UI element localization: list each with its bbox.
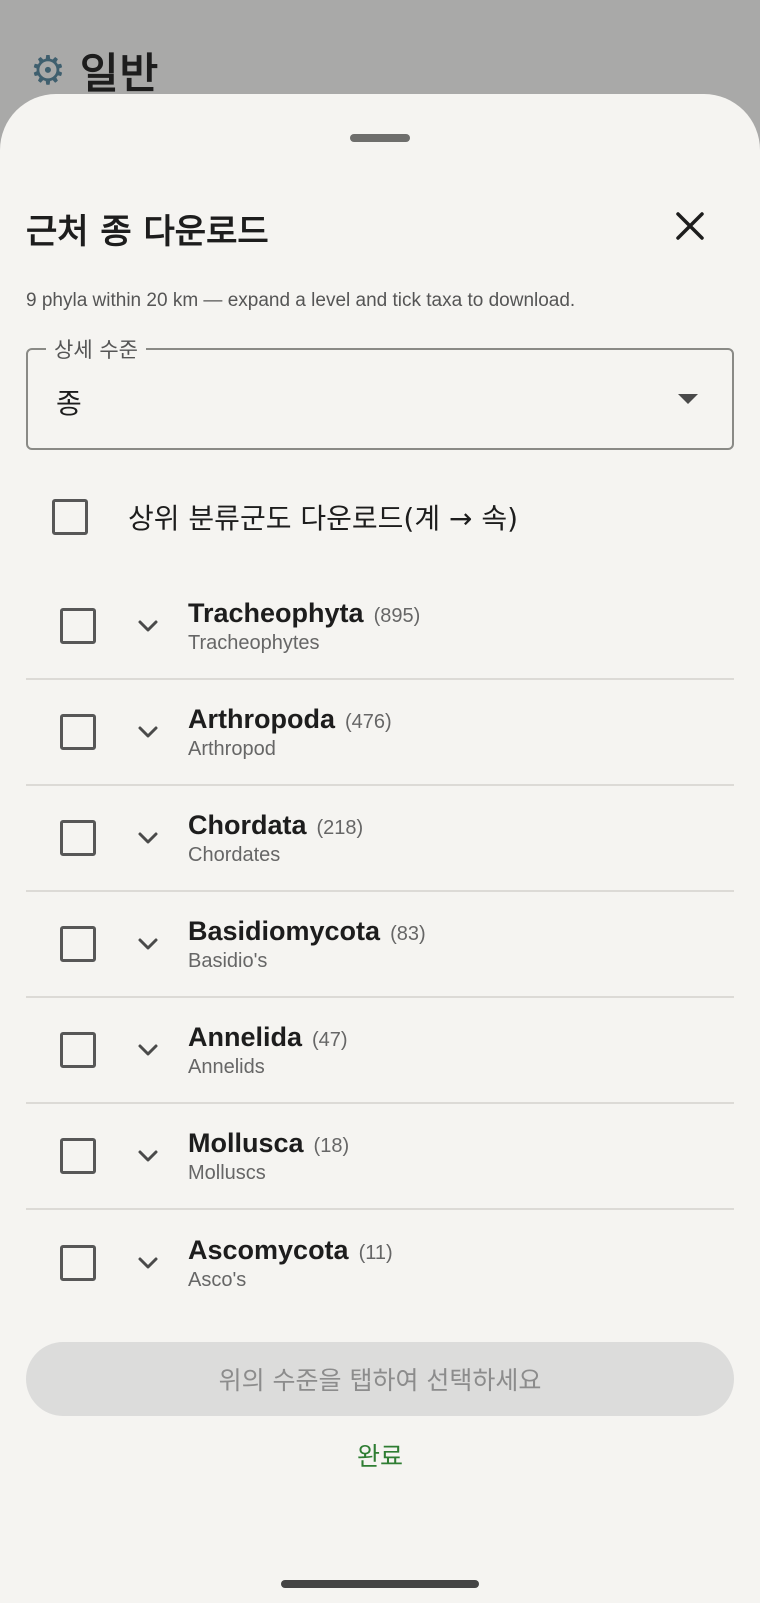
background-header: ⚙ 일반 [30, 40, 159, 101]
phylum-checkbox[interactable] [60, 1032, 96, 1068]
phylum-common-name: Molluscs [188, 1161, 266, 1184]
phylum-name: Tracheophyta [188, 597, 364, 628]
list-item[interactable]: Arthropoda (476) Arthropod [26, 680, 734, 786]
phylum-count: (895) [373, 604, 421, 627]
phylum-count: (83) [390, 922, 426, 945]
phylum-checkbox[interactable] [60, 926, 96, 962]
phylum-checkbox[interactable] [60, 1138, 96, 1174]
phyla-list: Tracheophyta (895) Tracheophytes Arthrop… [26, 574, 734, 1316]
phylum-checkbox[interactable] [60, 608, 96, 644]
higher-taxa-option[interactable]: 상위 분류군도 다운로드(계 → 속) [26, 480, 734, 554]
chevron-down-icon[interactable] [136, 614, 160, 638]
drag-handle[interactable] [350, 134, 410, 142]
phylum-checkbox[interactable] [60, 1245, 96, 1281]
phylum-common-name: Annelids [188, 1055, 265, 1078]
detail-level-dropdown[interactable]: 상세 수준 종 [26, 334, 734, 450]
list-item[interactable]: Annelida (47) Annelids [26, 998, 734, 1104]
select-level-button[interactable]: 위의 수준을 탭하여 선택하세요 [26, 1342, 734, 1416]
chevron-down-icon[interactable] [136, 1144, 160, 1168]
sheet-title: 근처 종 다운로드 [26, 212, 269, 252]
dropdown-arrow-icon [678, 394, 698, 404]
sheet-subtitle: 9 phyla within 20 km — expand a level an… [26, 290, 576, 311]
phylum-name: Chordata [188, 809, 307, 840]
phylum-count: (11) [358, 1241, 393, 1264]
list-item[interactable]: Chordata (218) Chordates [26, 786, 734, 892]
phylum-name: Basidiomycota [188, 915, 381, 946]
phylum-name: Arthropoda [188, 703, 335, 734]
done-button[interactable]: 완료 [330, 1430, 430, 1480]
higher-taxa-checkbox[interactable] [52, 499, 88, 535]
list-item[interactable]: Mollusca (18) Molluscs [26, 1104, 734, 1210]
detail-level-label: 상세 수준 [46, 334, 146, 364]
phylum-name: Mollusca [188, 1127, 304, 1158]
phylum-checkbox[interactable] [60, 714, 96, 750]
phylum-count: (47) [312, 1028, 348, 1051]
phylum-count: (476) [344, 710, 392, 733]
list-item[interactable]: Ascomycota (11) Asco's [26, 1210, 734, 1316]
phylum-count: (218) [316, 816, 364, 839]
phylum-checkbox[interactable] [60, 820, 96, 856]
list-item[interactable]: Tracheophyta (895) Tracheophytes [26, 574, 734, 680]
detail-level-value: 종 [56, 387, 82, 420]
phylum-name: Ascomycota [188, 1234, 349, 1265]
chevron-down-icon[interactable] [136, 826, 160, 850]
chevron-down-icon[interactable] [136, 720, 160, 744]
download-bottom-sheet: 근처 종 다운로드 9 phyla within 20 km — expand … [0, 94, 760, 1603]
chevron-down-icon[interactable] [136, 1038, 160, 1062]
chevron-down-icon[interactable] [136, 932, 160, 956]
close-icon [676, 212, 704, 240]
phylum-name: Annelida [188, 1021, 303, 1052]
list-item[interactable]: Basidiomycota (83) Basidio's [26, 892, 734, 998]
background-title: 일반 [79, 49, 160, 98]
phylum-common-name: Basidio's [188, 949, 268, 972]
phylum-common-name: Asco's [188, 1268, 247, 1291]
phylum-common-name: Tracheophytes [188, 631, 320, 654]
gear-icon: ⚙ [30, 47, 66, 94]
close-button[interactable] [664, 200, 716, 252]
phylum-common-name: Arthropod [188, 737, 276, 760]
chevron-down-icon[interactable] [136, 1251, 160, 1275]
phylum-common-name: Chordates [188, 843, 281, 866]
higher-taxa-label: 상위 분류군도 다운로드(계 → 속) [128, 502, 519, 535]
phylum-count: (18) [313, 1134, 350, 1157]
home-indicator [281, 1580, 479, 1588]
